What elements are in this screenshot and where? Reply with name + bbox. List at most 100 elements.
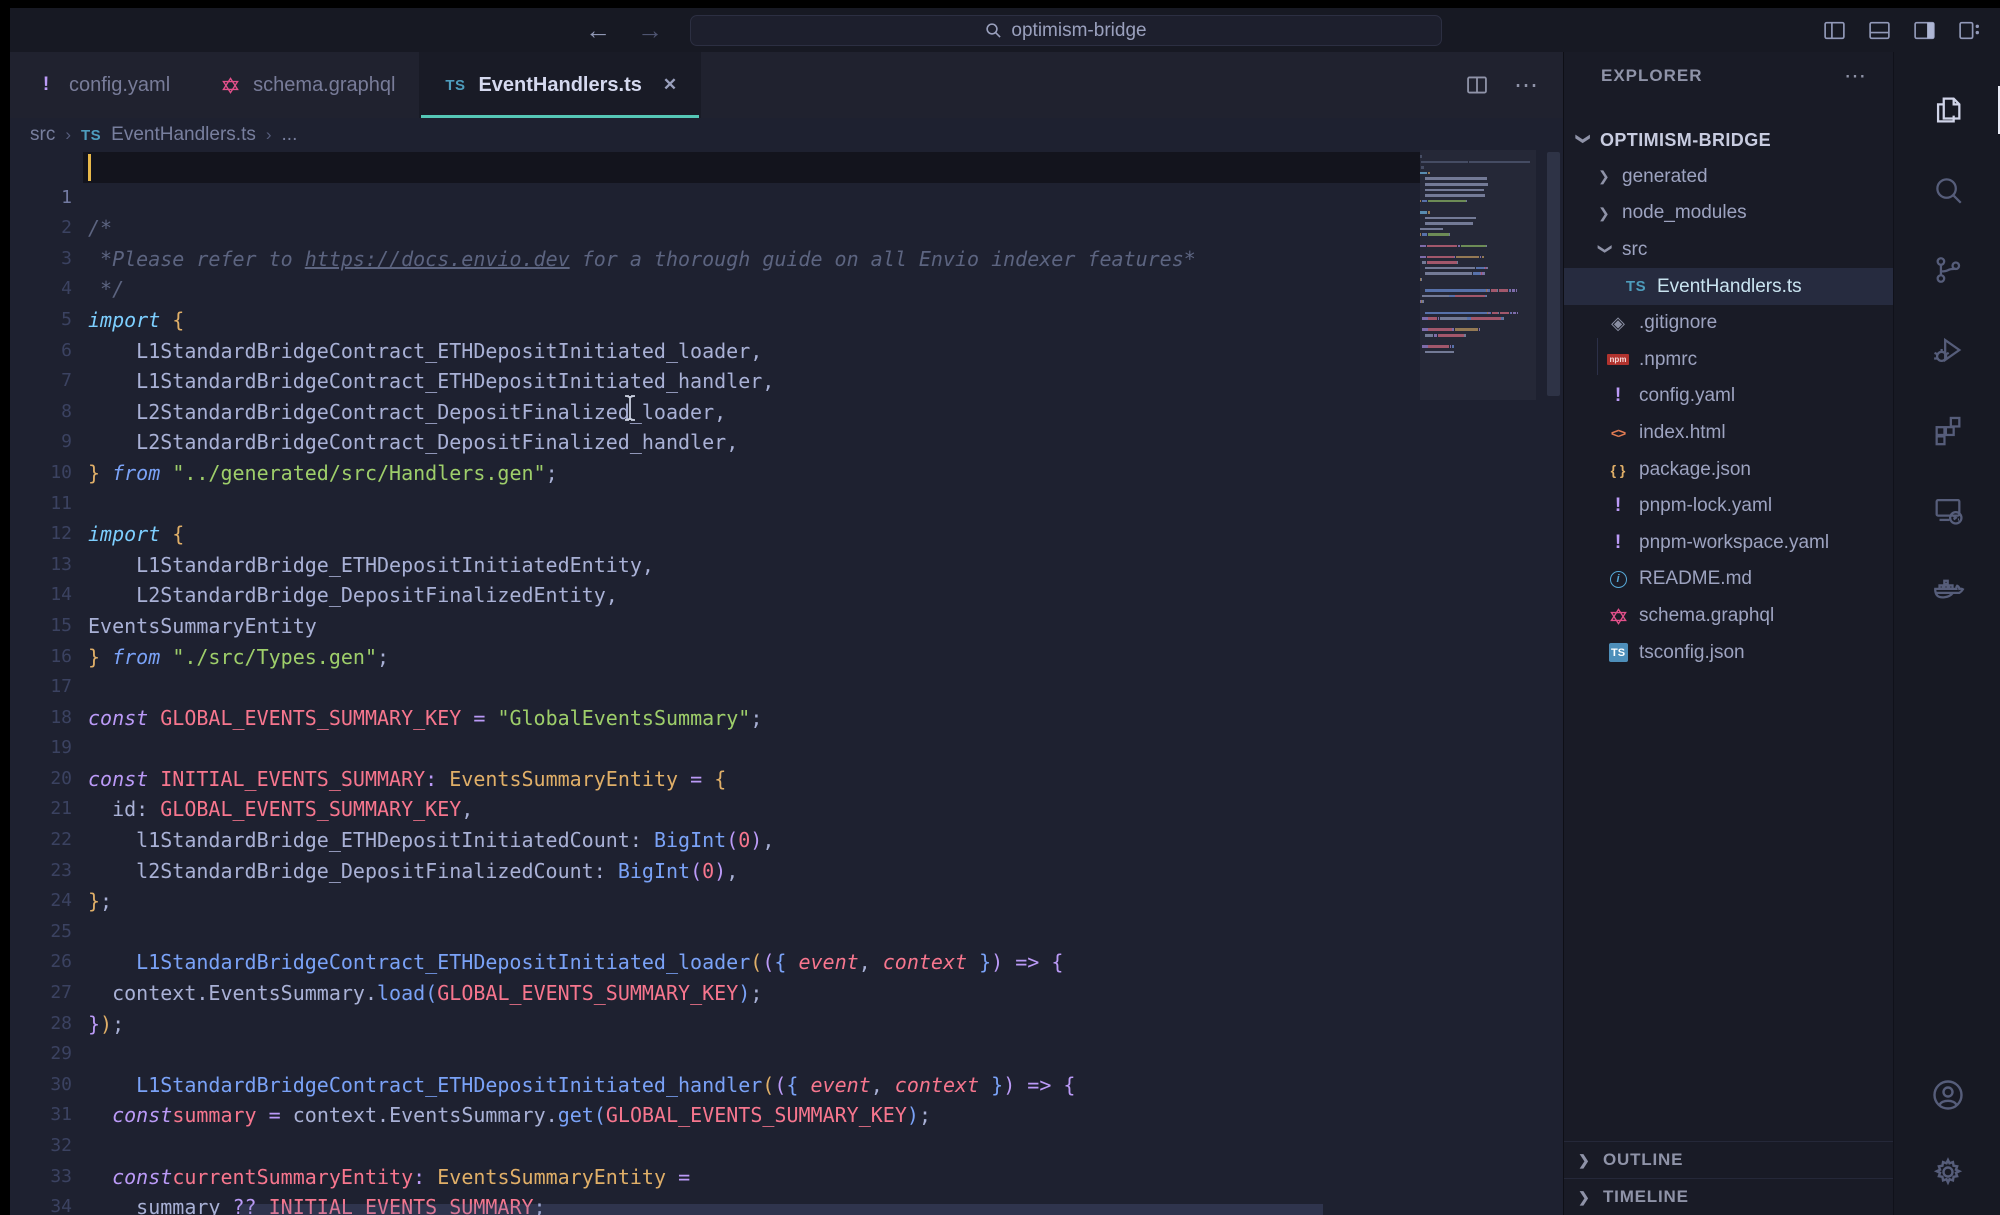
code-line[interactable]: 20 id: GLOBAL_EVENTS_SUMMARY_KEY,	[10, 733, 1563, 764]
code-line[interactable]: 18	[10, 672, 1563, 703]
section-timeline[interactable]: ❯ TIMELINE	[1564, 1178, 1893, 1215]
tab-bar: ! config.yaml schema.graphql TS EventHan…	[10, 52, 1563, 118]
toggle-sidebar-left-icon[interactable]	[1822, 18, 1847, 43]
code-line[interactable]: 16	[10, 611, 1563, 642]
more-actions-icon[interactable]: ⋯	[1514, 71, 1539, 100]
tree-item-.gitignore[interactable]: ◈.gitignore	[1564, 305, 1893, 342]
toggle-sidebar-right-icon[interactable]	[1912, 18, 1937, 43]
tree-indent-guide	[1597, 338, 1598, 375]
chevron-right-icon: ›	[65, 125, 71, 145]
source-control-icon[interactable]	[1894, 238, 2000, 302]
tree-item-label: README.md	[1639, 568, 1752, 590]
code-line[interactable]: 27 });	[10, 947, 1563, 978]
back-arrow-icon[interactable]: ←	[585, 17, 611, 43]
customize-layout-icon[interactable]	[1957, 18, 1982, 43]
code-line[interactable]: 22 l2StandardBridge_DepositFinalizedCoun…	[10, 794, 1563, 825]
activity-bar	[1893, 52, 2000, 1215]
tree-item-schema.graphql[interactable]: schema.graphql	[1564, 598, 1893, 635]
close-tab-icon[interactable]: ✕	[663, 75, 677, 95]
code-line[interactable]: 33 summary ?? INITIAL_EVENTS_SUMMARY;	[10, 1131, 1563, 1162]
tree-item-index.html[interactable]: <>index.html	[1564, 415, 1893, 452]
explorer-icon[interactable]	[1894, 78, 2000, 142]
tab-schema.graphql[interactable]: schema.graphql	[194, 52, 419, 118]
tab-config.yaml[interactable]: ! config.yaml	[10, 52, 194, 118]
tree-item-README.md[interactable]: i README.md	[1564, 561, 1893, 598]
tree-item-label: src	[1622, 239, 1647, 261]
code-line[interactable]: 2 *Please refer to https://docs.envio.de…	[10, 183, 1563, 214]
code-area[interactable]: 1 /* 2 *Please refer to https://docs.env…	[10, 152, 1563, 1215]
ts-icon: TS	[81, 127, 101, 144]
chevron-right-icon: ❯	[1598, 205, 1613, 222]
minimap[interactable]	[1420, 154, 1536, 394]
run-debug-icon[interactable]	[1894, 318, 2000, 382]
tree-item-tsconfig.json[interactable]: TStsconfig.json	[1564, 634, 1893, 671]
code-line[interactable]: 31	[10, 1070, 1563, 1101]
command-center-search[interactable]: optimism-bridge	[690, 15, 1442, 46]
code-line[interactable]: 26 context.EventsSummary.load(GLOBAL_EVE…	[10, 917, 1563, 948]
code-line[interactable]: 32 constcurrentSummaryEntity: EventsSumm…	[10, 1100, 1563, 1131]
code-line[interactable]: 19 const INITIAL_EVENTS_SUMMARY: EventsS…	[10, 703, 1563, 734]
explorer-more-icon[interactable]: ⋯	[1844, 63, 1867, 89]
yaml-file-icon: !	[1606, 385, 1630, 407]
code-line[interactable]: 1 /*	[10, 152, 1563, 183]
chevron-right-icon: ❯	[1598, 168, 1613, 185]
search-icon[interactable]	[1894, 158, 2000, 222]
code-line[interactable]: 5 L1StandardBridgeContract_ETHDepositIni…	[10, 274, 1563, 305]
remote-explorer-icon[interactable]	[1894, 478, 2000, 542]
tree-item-src[interactable]: ❯src	[1564, 232, 1893, 269]
code-line[interactable]: 7 L2StandardBridgeContract_DepositFinali…	[10, 336, 1563, 367]
tree-item-package.json[interactable]: { }package.json	[1564, 451, 1893, 488]
tree-item-EventHandlers.ts[interactable]: TSEventHandlers.ts	[1564, 268, 1893, 305]
tab-label: schema.graphql	[253, 74, 395, 97]
search-icon	[985, 22, 1002, 39]
code-line[interactable]: 8 L2StandardBridgeContract_DepositFinali…	[10, 366, 1563, 397]
code-line[interactable]: 3 */	[10, 213, 1563, 244]
tree-item-node_modules[interactable]: ❯node_modules	[1564, 195, 1893, 232]
tree-item-generated[interactable]: ❯generated	[1564, 159, 1893, 196]
settings-gear-icon[interactable]	[1894, 1140, 2000, 1204]
code-line[interactable]: 30 constsummary = context.EventsSummary.…	[10, 1039, 1563, 1070]
split-editor-icon[interactable]	[1466, 74, 1488, 96]
tab-EventHandlers.ts[interactable]: TS EventHandlers.ts ✕	[419, 52, 701, 118]
code-line[interactable]: 9 } from "../generated/src/Handlers.gen"…	[10, 397, 1563, 428]
extensions-icon[interactable]	[1894, 398, 2000, 462]
code-line[interactable]: 11 import {	[10, 458, 1563, 489]
code-line[interactable]: 24	[10, 856, 1563, 887]
code-line[interactable]: 28	[10, 978, 1563, 1009]
section-outline[interactable]: ❯ OUTLINE	[1564, 1141, 1893, 1178]
code-line[interactable]: 10	[10, 427, 1563, 458]
tree-item-label: .gitignore	[1639, 312, 1717, 334]
toggle-panel-icon[interactable]	[1867, 18, 1892, 43]
tree-item-config.yaml[interactable]: !config.yaml	[1564, 378, 1893, 415]
tree-item-.npmrc[interactable]: npm.npmrc	[1564, 342, 1893, 379]
code-line[interactable]: 6 L1StandardBridgeContract_ETHDepositIni…	[10, 305, 1563, 336]
tree-item-OPTIMISM-BRIDGE[interactable]: ❯OPTIMISM-BRIDGE	[1564, 122, 1893, 159]
info-file-icon: i	[1606, 571, 1630, 588]
code-line[interactable]: 17 const GLOBAL_EVENTS_SUMMARY_KEY = "Gl…	[10, 642, 1563, 673]
code-line[interactable]: 23 };	[10, 825, 1563, 856]
chevron-down-icon: ❯	[1575, 133, 1592, 148]
yaml-file-icon: !	[1606, 532, 1630, 554]
horizontal-scrollbar[interactable]	[240, 1204, 1323, 1215]
tree-item-pnpm-workspace.yaml[interactable]: !pnpm-workspace.yaml	[1564, 525, 1893, 562]
code-line[interactable]: 25 L1StandardBridgeContract_ETHDepositIn…	[10, 886, 1563, 917]
breadcrumb-file: EventHandlers.ts	[111, 124, 256, 146]
code-line[interactable]: 4 import {	[10, 244, 1563, 275]
tree-item-pnpm-lock.yaml[interactable]: !pnpm-lock.yaml	[1564, 488, 1893, 525]
vertical-scrollbar[interactable]	[1547, 152, 1560, 396]
tree-item-label: tsconfig.json	[1639, 642, 1745, 664]
code-line[interactable]: 12 L1StandardBridge_ETHDepositInitiatedE…	[10, 489, 1563, 520]
code-line[interactable]: 13 L2StandardBridge_DepositFinalizedEnti…	[10, 519, 1563, 550]
breadcrumb[interactable]: src › TS EventHandlers.ts › ...	[10, 118, 1563, 152]
code-line[interactable]: 29 L1StandardBridgeContract_ETHDepositIn…	[10, 1009, 1563, 1040]
forward-arrow-icon[interactable]: →	[637, 17, 663, 43]
code-line[interactable]: 21 l1StandardBridge_ETHDepositInitiatedC…	[10, 764, 1563, 795]
code-line[interactable]: 15 } from "./src/Types.gen";	[10, 580, 1563, 611]
code-line[interactable]: 14 EventsSummaryEntity	[10, 550, 1563, 581]
json-file-icon: { }	[1606, 462, 1630, 478]
docker-icon[interactable]	[1894, 558, 2000, 622]
code-line[interactable]: 34	[10, 1162, 1563, 1193]
account-icon[interactable]	[1894, 1063, 2000, 1127]
explorer-sidebar: EXPLORER ⋯ ❯OPTIMISM-BRIDGE ❯generated ❯…	[1563, 52, 1893, 1215]
npm-file-icon: npm	[1606, 354, 1630, 365]
